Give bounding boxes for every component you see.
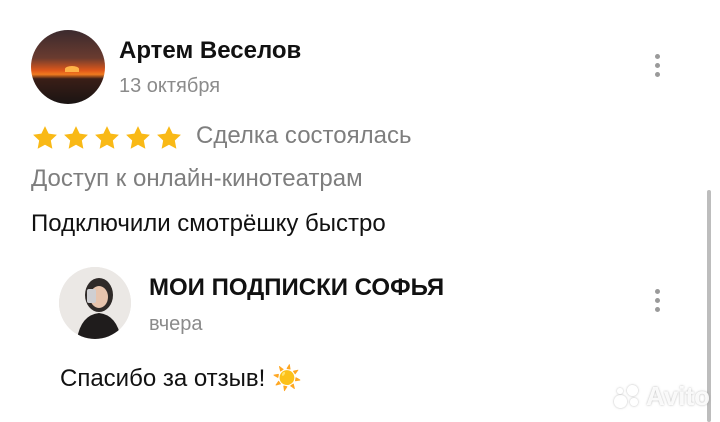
star-icon [126, 126, 150, 149]
avatar-photo-graphic [59, 267, 131, 339]
star-icon [95, 126, 119, 149]
review-author-avatar[interactable] [31, 30, 105, 104]
reply-author-avatar[interactable] [59, 267, 131, 339]
reply-more-icon[interactable] [652, 289, 662, 315]
review-text: Подключили смотрёшку быстро [31, 210, 386, 237]
avito-logo-icon [614, 384, 642, 409]
reply-author-name[interactable]: МОИ ПОДПИСКИ СОФЬЯ [149, 274, 444, 302]
deal-status-label: Сделка состоялась [196, 122, 412, 149]
star-icon [64, 126, 88, 149]
reply-date: вчера [149, 313, 203, 335]
review-category: Доступ к онлайн-кинотеатрам [31, 165, 363, 192]
avatar-sunset-graphic [65, 66, 79, 72]
review-date: 13 октября [119, 75, 221, 97]
review-more-icon[interactable] [652, 54, 662, 80]
reply-text: Спасибо за отзыв! ☀️ [60, 365, 302, 392]
avito-watermark: Avito [614, 381, 710, 412]
star-icon [33, 126, 57, 149]
rating-stars [31, 124, 183, 152]
review-author-name[interactable]: Артем Веселов [119, 37, 301, 65]
avito-wordmark: Avito [646, 381, 711, 411]
star-icon [157, 126, 181, 149]
